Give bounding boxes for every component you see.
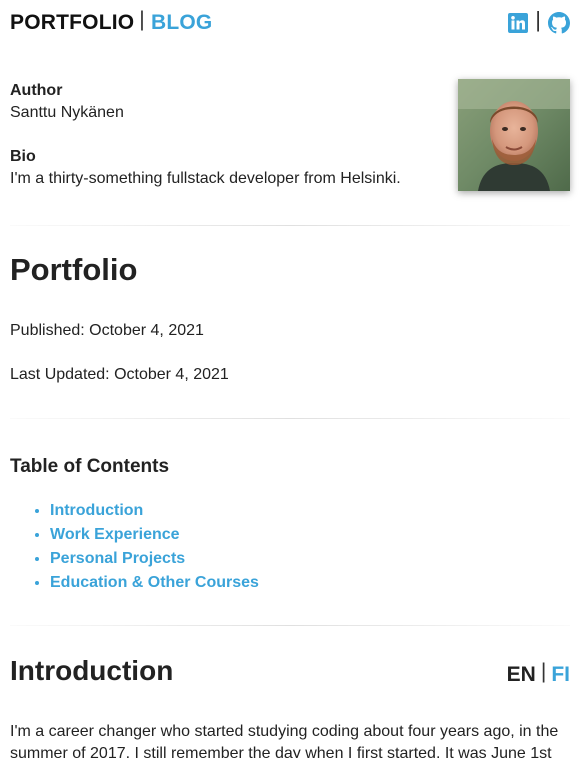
toc-link-introduction[interactable]: Introduction: [50, 502, 143, 519]
social-separator: |: [535, 7, 541, 32]
avatar-photo: [458, 79, 570, 191]
last-updated-date: Last Updated: October 4, 2021: [10, 366, 229, 383]
toc-list: Introduction Work Experience Personal Pr…: [10, 499, 259, 595]
lang-separator: |: [540, 660, 547, 683]
bio-text: I'm a thirty-something fullstack develop…: [10, 170, 401, 187]
toc-link-work-experience[interactable]: Work Experience: [50, 526, 180, 543]
lang-fi-link[interactable]: FI: [551, 663, 570, 686]
main-nav: PORTFOLIO | BLOG: [10, 8, 212, 35]
nav-blog-link[interactable]: BLOG: [151, 11, 212, 34]
site-header: PORTFOLIO | BLOG |: [10, 7, 570, 38]
toc-item: Personal Projects: [50, 547, 259, 571]
language-switcher: EN | FI: [507, 660, 570, 687]
introduction-heading: Introduction: [10, 655, 174, 686]
nav-separator: |: [139, 8, 145, 31]
bio-label: Bio: [10, 148, 36, 165]
published-date: Published: October 4, 2021: [10, 322, 204, 339]
social-links: |: [508, 7, 570, 36]
divider: [10, 625, 570, 626]
author-info: Author Santtu Nykänen Bio I'm a thirty-s…: [10, 80, 450, 190]
page-title: Portfolio: [10, 252, 138, 287]
author-name: Santtu Nykänen: [10, 104, 124, 121]
toc-link-education[interactable]: Education & Other Courses: [50, 574, 259, 591]
author-avatar: [458, 79, 570, 191]
toc-item: Education & Other Courses: [50, 571, 259, 595]
divider: [10, 225, 570, 226]
page: PORTFOLIO|BLOG | Author Santtu Nykänen: [0, 0, 585, 758]
linkedin-icon: [508, 13, 529, 33]
toc-item: Introduction: [50, 499, 259, 523]
github-icon: [548, 12, 570, 34]
introduction-text: I'm a career changer who started studyin…: [10, 723, 559, 758]
toc-item: Work Experience: [50, 523, 259, 547]
nav-portfolio-link[interactable]: PORTFOLIO: [10, 11, 134, 34]
github-link[interactable]: [548, 12, 570, 34]
linkedin-link[interactable]: [508, 13, 529, 33]
divider: [10, 418, 570, 419]
author-label: Author: [10, 82, 63, 99]
lang-en-link[interactable]: EN: [507, 663, 536, 686]
toc-title: Table of Contents: [10, 456, 170, 477]
toc-link-personal-projects[interactable]: Personal Projects: [50, 550, 185, 567]
